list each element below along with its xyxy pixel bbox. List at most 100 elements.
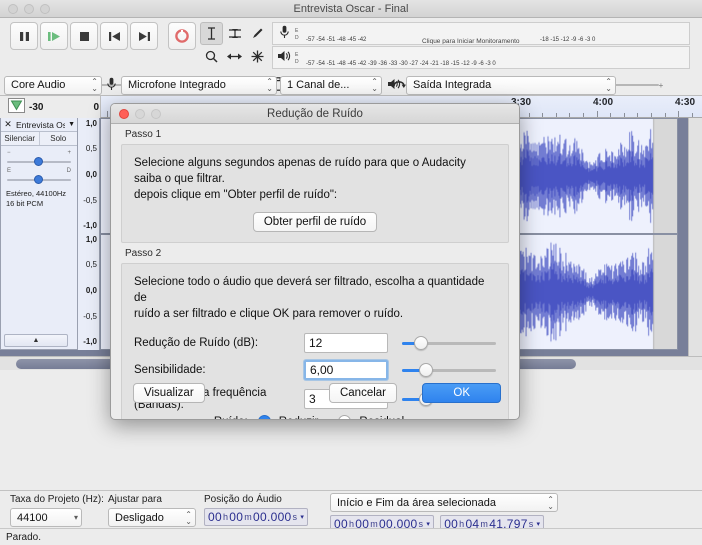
audio-pos-m: 00: [229, 510, 244, 524]
track-gain-knob[interactable]: [33, 157, 43, 166]
skip-to-end-button[interactable]: [130, 22, 158, 50]
spinner-icon[interactable]: ▾: [426, 520, 430, 528]
audio-host-combo[interactable]: Core Audio ⌃ ⌄: [4, 75, 102, 95]
record-scale-left: -57 -54 -51 -48 -45 -42: [306, 36, 367, 43]
draw-tool[interactable]: [246, 22, 269, 45]
step1-panel: Selecione alguns segundos apenas de ruíd…: [121, 144, 509, 243]
solo-button[interactable]: Solo: [39, 132, 77, 145]
audio-position-label: Posição do Áudio: [204, 494, 282, 505]
dialog-footer: Visualizar Cancelar OK: [111, 373, 519, 419]
audio-position-group: Posição do Áudio 00 h 00 m 00.000 s ▾: [204, 494, 309, 526]
mute-button[interactable]: Silenciar: [1, 132, 40, 145]
recording-device-combo[interactable]: Microfone Integrado ⌃ ⌄: [121, 75, 277, 95]
preview-button[interactable]: Visualizar: [133, 383, 205, 403]
close-icon[interactable]: ✕: [3, 119, 13, 130]
skip-to-start-button[interactable]: [100, 22, 128, 50]
noise-reduction-label: Redução de Ruído (dB):: [134, 337, 259, 349]
track-format-info: Estéreo, 44100Hz 16 bit PCM: [1, 184, 77, 209]
device-toolbar: Core Audio ⌃ ⌄ Microfone Integrado ⌃ ⌄ 1 C…: [4, 74, 698, 96]
vertical-scrollbar[interactable]: [688, 118, 702, 356]
selection-group: Início e Fim da área selecionada ⌃ ⌄ 00 h…: [330, 493, 558, 533]
meter-threshold-value: -30: [29, 101, 44, 113]
transport-toolbar: [10, 22, 198, 50]
playback-device-combo[interactable]: Saída Integrada ⌃ ⌄: [406, 75, 616, 95]
play-meter-channel-labels: ED: [295, 51, 299, 65]
zoom-tool[interactable]: [200, 45, 223, 68]
noise-reduction-input[interactable]: 12: [304, 333, 388, 353]
window-title: Entrevista Oscar - Final: [293, 2, 409, 15]
vruler-r-2: 0,5: [85, 260, 97, 269]
recording-meter-toolbar[interactable]: ED -57 -54 -51 -48 -45 -42 Clique para I…: [272, 22, 690, 45]
track-pan-slider[interactable]: [7, 175, 71, 184]
vruler-l-3: 0,0: [85, 170, 97, 179]
project-rate-combo[interactable]: 44100 ▾: [10, 508, 82, 527]
track-pan-slider-group: E D: [1, 166, 77, 184]
record-meter-channel-labels: ED: [295, 27, 299, 41]
updown-arrows-icon: ⌃ ⌄: [185, 509, 192, 526]
timeshift-tool[interactable]: [223, 45, 246, 68]
meter-threshold-icon: [8, 98, 25, 116]
updown-arrows-icon: ⌃ ⌄: [371, 77, 378, 93]
snap-to-combo[interactable]: Desligado ⌃ ⌄: [108, 508, 196, 527]
track-format-line1: Estéreo, 44100Hz: [6, 189, 67, 198]
audio-host-value: Core Audio: [11, 79, 66, 91]
step1-label: Passo 1: [125, 129, 162, 140]
multi-tool[interactable]: [246, 45, 269, 68]
audio-pos-unit-m: m: [244, 512, 253, 522]
recording-channels-combo[interactable]: 1 Canal de... ⌃ ⌄: [280, 75, 382, 95]
vruler-l-5: -1,0: [83, 221, 97, 230]
noise-reduction-slider-knob[interactable]: [413, 336, 428, 350]
pause-button[interactable]: [10, 22, 38, 50]
track-title-row[interactable]: ✕ Entrevista Os ▼: [1, 118, 77, 132]
noise-reduction-dialog[interactable]: Redução de Ruído Passo 1 Selecione algun…: [110, 103, 520, 420]
audio-pos-unit-s: s: [292, 512, 298, 522]
project-rate-label: Taxa do Projeto (Hz):: [10, 494, 104, 505]
gain-max-label: +: [67, 150, 71, 156]
envelope-tool[interactable]: [223, 22, 246, 45]
audio-pos-h: 00: [208, 510, 222, 524]
get-noise-profile-button[interactable]: Obter perfil de ruído: [252, 212, 378, 232]
stop-button[interactable]: [70, 22, 98, 50]
record-button[interactable]: [168, 22, 196, 50]
audacity-window: Entrevista Oscar - Final E D -57 -54 -51…: [0, 0, 702, 545]
speaker-icon: [385, 78, 403, 93]
pan-right-label: D: [66, 168, 71, 174]
step1-text-line1: Selecione alguns segundos apenas de ruíd…: [134, 157, 466, 185]
spinner-icon[interactable]: ▾: [537, 520, 541, 528]
dialog-titlebar: Redução de Ruído: [111, 104, 519, 124]
noise-reduction-row: Redução de Ruído (dB): 12: [134, 333, 496, 353]
step1-text-line2: depois clique em "Obter perfil de ruído"…: [134, 189, 338, 201]
selection-tool[interactable]: [200, 22, 223, 45]
noise-reduction-slider[interactable]: [402, 335, 496, 351]
selection-mode-combo[interactable]: Início e Fim da área selecionada ⌃ ⌄: [330, 493, 558, 512]
dialog-title: Redução de Ruído: [267, 107, 363, 120]
snap-to-value: Desligado: [115, 511, 164, 524]
step2-label: Passo 2: [125, 248, 162, 259]
updown-arrows-icon: ⌃ ⌄: [605, 77, 612, 93]
vruler-r-4: -0,5: [83, 312, 97, 321]
audio-pos-unit-h: h: [222, 512, 229, 522]
playback-device-value: Saída Integrada: [413, 79, 492, 91]
track-format-line2: 16 bit PCM: [6, 199, 44, 208]
window-titlebar: Entrevista Oscar - Final: [0, 0, 702, 18]
track-pan-knob[interactable]: [33, 175, 43, 184]
ok-button[interactable]: OK: [422, 383, 501, 403]
project-rate-group: Taxa do Projeto (Hz): 44100 ▾: [10, 494, 104, 527]
track-buttons: Silenciar Solo: [1, 132, 77, 146]
chevron-down-icon[interactable]: ▼: [68, 121, 75, 128]
cancel-button[interactable]: Cancelar: [328, 383, 397, 403]
step2-text-line2: ruído a ser filtrado e clique OK para re…: [134, 308, 404, 320]
track-control-panel[interactable]: ✕ Entrevista Os ▼ Silenciar Solo − + E D…: [0, 118, 78, 350]
collapse-up-icon[interactable]: ▲: [4, 334, 68, 347]
vertical-ruler-left-channel: 1,0 0,5 0,0 -0,5 -1,0: [78, 118, 100, 234]
snap-to-group: Ajustar para Desligado ⌃ ⌄: [108, 494, 196, 527]
playback-meter-toolbar[interactable]: ED -57 -54 -51 -48 -45 -42 -39 -36 -33 -…: [272, 46, 690, 69]
track-name: Entrevista Os: [16, 119, 66, 130]
track-gain-slider[interactable]: [7, 157, 71, 166]
vruler-r-3: 0,0: [85, 286, 97, 295]
ruler-label-400: 4:00: [593, 97, 614, 108]
audio-position-field[interactable]: 00 h 00 m 00.000 s ▾: [204, 508, 309, 526]
selection-toolbar: Taxa do Projeto (Hz): 44100 ▾ Ajustar pa…: [0, 490, 702, 533]
play-button[interactable]: [40, 22, 68, 50]
spinner-icon[interactable]: ▾: [300, 513, 304, 521]
